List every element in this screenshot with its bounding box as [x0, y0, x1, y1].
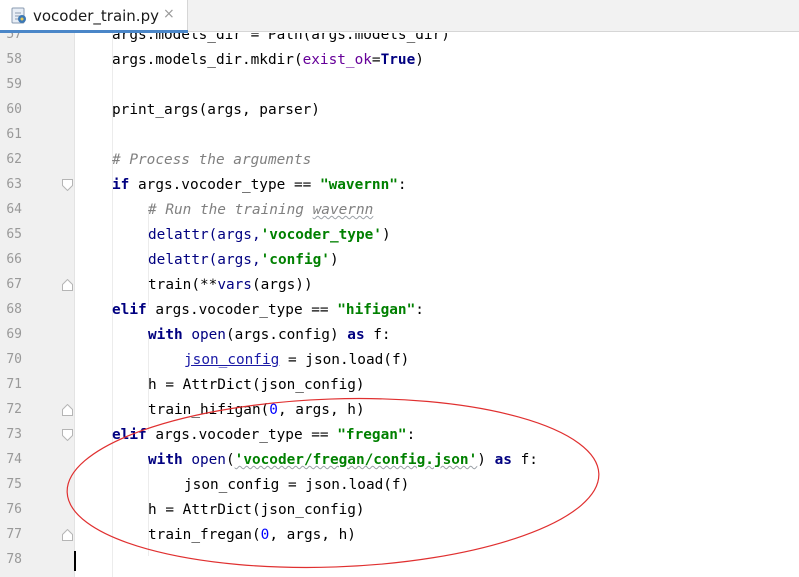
fold-marker-icon[interactable]	[62, 179, 73, 191]
line-number: 77	[6, 527, 22, 542]
code-line[interactable]: 74 with open('vocoder/fregan/config.json…	[0, 448, 799, 473]
line-number: 71	[6, 377, 22, 392]
code-line[interactable]: 73 elif args.vocoder_type == "fregan":	[0, 423, 799, 448]
code-text: args.models_dir = Path(args.models_dir)	[112, 33, 450, 43]
code-comment: # Process the arguments	[112, 152, 312, 168]
code-text: with open('vocoder/fregan/config.json') …	[148, 452, 538, 468]
code-line[interactable]: 59	[0, 73, 799, 98]
line-number: 63	[6, 177, 22, 192]
code-text: elif args.vocoder_type == "hifigan":	[112, 302, 424, 318]
code-text: args.models_dir.mkdir(exist_ok=True)	[112, 52, 424, 68]
code-comment: # Run the training wavernn	[148, 202, 374, 218]
line-number: 78	[6, 552, 22, 567]
code-line[interactable]: 62 # Process the arguments	[0, 148, 799, 173]
tab-title: vocoder_train.py	[33, 7, 159, 25]
fold-end-marker-icon[interactable]	[62, 529, 73, 541]
code-line[interactable]: 57 args.models_dir = Path(args.models_di…	[0, 33, 799, 48]
code-line[interactable]: 63 if args.vocoder_type == "wavernn":	[0, 173, 799, 198]
code-line[interactable]: 75 json_config = json.load(f)	[0, 473, 799, 498]
line-number: 73	[6, 427, 22, 442]
code-text: h = AttrDict(json_config)	[148, 502, 365, 518]
line-number: 59	[6, 77, 22, 92]
fold-marker-icon[interactable]	[62, 429, 73, 441]
code-line[interactable]: 77 train_fregan(0, args, h)	[0, 523, 799, 548]
code-line[interactable]: 78	[0, 548, 799, 573]
code-line[interactable]: 60 print_args(args, parser)	[0, 98, 799, 123]
code-line[interactable]: 71 h = AttrDict(json_config)	[0, 373, 799, 398]
line-number: 74	[6, 452, 22, 467]
code-line[interactable]: 72 train_hifigan(0, args, h)	[0, 398, 799, 423]
line-number: 72	[6, 402, 22, 417]
code-line[interactable]: 61	[0, 123, 799, 148]
code-line[interactable]: 69 with open(args.config) as f:	[0, 323, 799, 348]
fold-end-marker-icon[interactable]	[62, 404, 73, 416]
code-line[interactable]: 58 args.models_dir.mkdir(exist_ok=True)	[0, 48, 799, 73]
file-tab[interactable]: vocoder_train.py ×	[0, 0, 188, 33]
fold-end-marker-icon[interactable]	[62, 279, 73, 291]
close-icon[interactable]: ×	[163, 6, 175, 22]
line-number: 61	[6, 127, 22, 142]
line-number: 67	[6, 277, 22, 292]
line-number: 60	[6, 102, 22, 117]
code-text: json_config = json.load(f)	[184, 477, 410, 493]
line-number: 66	[6, 252, 22, 267]
editor-tab-bar: vocoder_train.py ×	[0, 0, 799, 33]
line-number: 65	[6, 227, 22, 242]
code-text: print_args(args, parser)	[112, 102, 320, 118]
line-number: 62	[6, 152, 22, 167]
code-text: delattr(args,'config')	[148, 252, 339, 268]
code-line[interactable]: 67 train(**vars(args))	[0, 273, 799, 298]
code-text: train_fregan(0, args, h)	[148, 527, 356, 543]
line-number: 57	[6, 33, 22, 42]
line-number: 64	[6, 202, 22, 217]
code-line[interactable]: 70 json_config = json.load(f)	[0, 348, 799, 373]
code-text: json_config = json.load(f)	[184, 352, 410, 368]
line-number: 76	[6, 502, 22, 517]
code-text: train(**vars(args))	[148, 277, 313, 293]
code-line[interactable]: 64 # Run the training wavernn	[0, 198, 799, 223]
text-cursor	[74, 551, 76, 571]
python-file-icon	[11, 7, 26, 24]
code-text: delattr(args,'vocoder_type')	[148, 227, 391, 243]
code-line[interactable]: 65 delattr(args,'vocoder_type')	[0, 223, 799, 248]
code-editor[interactable]: 57 args.models_dir = Path(args.models_di…	[0, 33, 799, 577]
code-line[interactable]: 66 delattr(args,'config')	[0, 248, 799, 273]
code-text: train_hifigan(0, args, h)	[148, 402, 365, 418]
line-number: 58	[6, 52, 22, 67]
code-text: h = AttrDict(json_config)	[148, 377, 365, 393]
line-number: 68	[6, 302, 22, 317]
code-line[interactable]: 68 elif args.vocoder_type == "hifigan":	[0, 298, 799, 323]
code-text: if args.vocoder_type == "wavernn":	[112, 177, 407, 193]
code-text: with open(args.config) as f:	[148, 327, 391, 343]
line-number: 75	[6, 477, 22, 492]
code-text: elif args.vocoder_type == "fregan":	[112, 427, 416, 443]
line-number: 69	[6, 327, 22, 342]
line-number: 70	[6, 352, 22, 367]
code-line[interactable]: 76 h = AttrDict(json_config)	[0, 498, 799, 523]
